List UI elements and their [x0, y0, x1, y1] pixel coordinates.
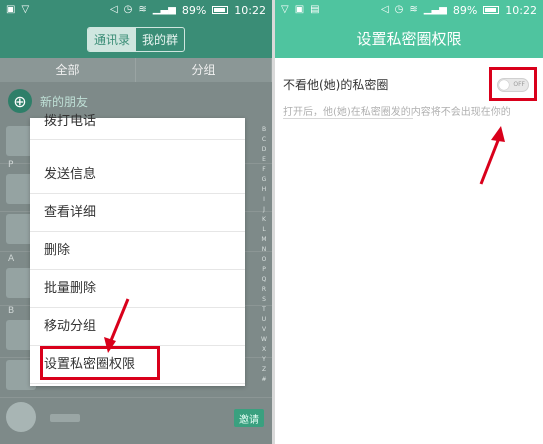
battery-icon — [212, 6, 229, 14]
battery-percent: 89% — [181, 3, 207, 17]
add-friend-icon: ⊕ — [8, 89, 32, 113]
contact-name-blurred — [50, 414, 80, 422]
toggle-state: OFF — [513, 81, 525, 88]
battery-percent: 89% — [452, 3, 478, 17]
tab-my-groups[interactable]: 我的群 — [136, 28, 184, 51]
menu-item-call[interactable]: 拨打电话 — [30, 110, 245, 140]
mute-icon: ◁ — [380, 4, 389, 15]
menu-item-send-message[interactable]: 发送信息 — [30, 156, 245, 194]
image-icon: ▤ — [310, 4, 320, 15]
index-letter[interactable]: G — [262, 175, 267, 185]
index-letter[interactable]: B — [262, 125, 266, 135]
hide-moments-setting: 不看他(她)的私密圈 OFF — [275, 64, 543, 101]
index-letter[interactable]: S — [262, 295, 266, 305]
index-letter[interactable]: L — [262, 225, 265, 235]
red-arrow-icon — [479, 126, 505, 185]
signal-arrow-icon: ▽ — [21, 4, 30, 15]
index-letter[interactable]: I — [263, 195, 265, 205]
invite-button[interactable]: 邀请 — [234, 409, 264, 427]
menu-item-move-group[interactable]: 移动分组 — [30, 308, 245, 346]
alarm-icon: ◷ — [123, 4, 133, 15]
setting-description: 打开后，他(她)在私密圈发的内容将不会出现在你的 — [283, 107, 511, 118]
filter-groups[interactable]: 分组 — [136, 58, 272, 82]
index-letter[interactable]: V — [262, 325, 266, 335]
index-letter[interactable]: X — [262, 345, 266, 355]
menu-item-batch-delete[interactable]: 批量删除 — [30, 270, 245, 308]
red-arrow-icon — [104, 298, 130, 353]
filter-all[interactable]: 全部 — [0, 58, 136, 82]
index-letter[interactable]: R — [262, 285, 266, 295]
menu-item-view-details[interactable]: 查看详细 — [30, 194, 245, 232]
index-letter[interactable]: Y — [262, 355, 266, 365]
cell-signal-icon: ▁▃▅ — [423, 4, 447, 15]
index-letter[interactable]: D — [262, 145, 267, 155]
page-title: 设置私密圈权限 — [275, 20, 543, 58]
index-letter[interactable]: M — [261, 235, 266, 245]
index-letter[interactable]: E — [262, 155, 266, 165]
index-letter[interactable]: F — [262, 165, 265, 175]
index-letter[interactable]: C — [262, 135, 266, 145]
alarm-icon: ◷ — [394, 4, 404, 15]
contacts-screen: ▣ ▽ ◁ ◷ ≋ ▁▃▅ 89% 10:22 通讯录 我的群 全部 分组 ⊕ … — [0, 0, 272, 444]
index-letter[interactable]: W — [261, 335, 267, 345]
clock: 10:22 — [234, 3, 266, 17]
index-letter[interactable]: Q — [262, 275, 267, 285]
new-friends-label: 新的朋友 — [40, 94, 89, 109]
avatar — [6, 402, 36, 432]
segmented-tabs: 通讯录 我的群 — [86, 26, 186, 52]
wifi-icon: ≋ — [409, 4, 418, 15]
index-letter[interactable]: K — [262, 215, 266, 225]
screenshot-icon: ▣ — [294, 4, 305, 15]
status-bar: ▽ ▣ ▤ ◁ ◷ ≋ ▁▃▅ 89% 10:22 — [275, 0, 543, 20]
clock: 10:22 — [505, 3, 537, 17]
alphabet-index[interactable]: B C D E F G H I J K L M N O P Q R S T U V W X Y Z # — [260, 125, 268, 385]
contacts-header: 通讯录 我的群 — [0, 20, 272, 58]
cell-signal-icon: ▁▃▅ — [152, 4, 176, 15]
hide-moments-toggle[interactable]: OFF — [497, 78, 529, 92]
index-letter[interactable]: O — [262, 255, 267, 265]
index-letter[interactable]: P — [262, 265, 266, 275]
battery-icon — [483, 6, 500, 14]
toggle-knob — [499, 80, 509, 90]
divider — [283, 118, 413, 119]
mute-icon: ◁ — [109, 4, 118, 15]
highlight-box: OFF — [489, 67, 537, 101]
status-bar: ▣ ▽ ◁ ◷ ≋ ▁▃▅ 89% 10:22 — [0, 0, 272, 20]
group-filter-tabs: 全部 分组 — [0, 58, 272, 82]
menu-item-delete[interactable]: 删除 — [30, 232, 245, 270]
index-letter[interactable]: T — [262, 305, 266, 315]
tab-contacts[interactable]: 通讯录 — [87, 27, 136, 51]
index-letter[interactable]: J — [263, 205, 265, 215]
notification-icon: ▣ — [6, 4, 16, 15]
contact-context-menu: 拨打电话 发送信息 查看详细 删除 批量删除 移动分组 设置私密圈权限 — [30, 114, 245, 386]
setting-label: 不看他(她)的私密圈 — [283, 78, 389, 92]
index-letter[interactable]: H — [262, 185, 267, 195]
notification-icon: ▽ — [281, 4, 289, 15]
index-letter[interactable]: U — [262, 315, 266, 325]
index-letter[interactable]: N — [262, 245, 267, 255]
index-letter[interactable]: Z — [262, 365, 266, 375]
index-letter[interactable]: # — [261, 375, 266, 385]
wifi-icon: ≋ — [138, 4, 147, 15]
privacy-settings-screen: ▽ ▣ ▤ ◁ ◷ ≋ ▁▃▅ 89% 10:22 设置私密圈权限 不看他(她)… — [275, 0, 543, 444]
